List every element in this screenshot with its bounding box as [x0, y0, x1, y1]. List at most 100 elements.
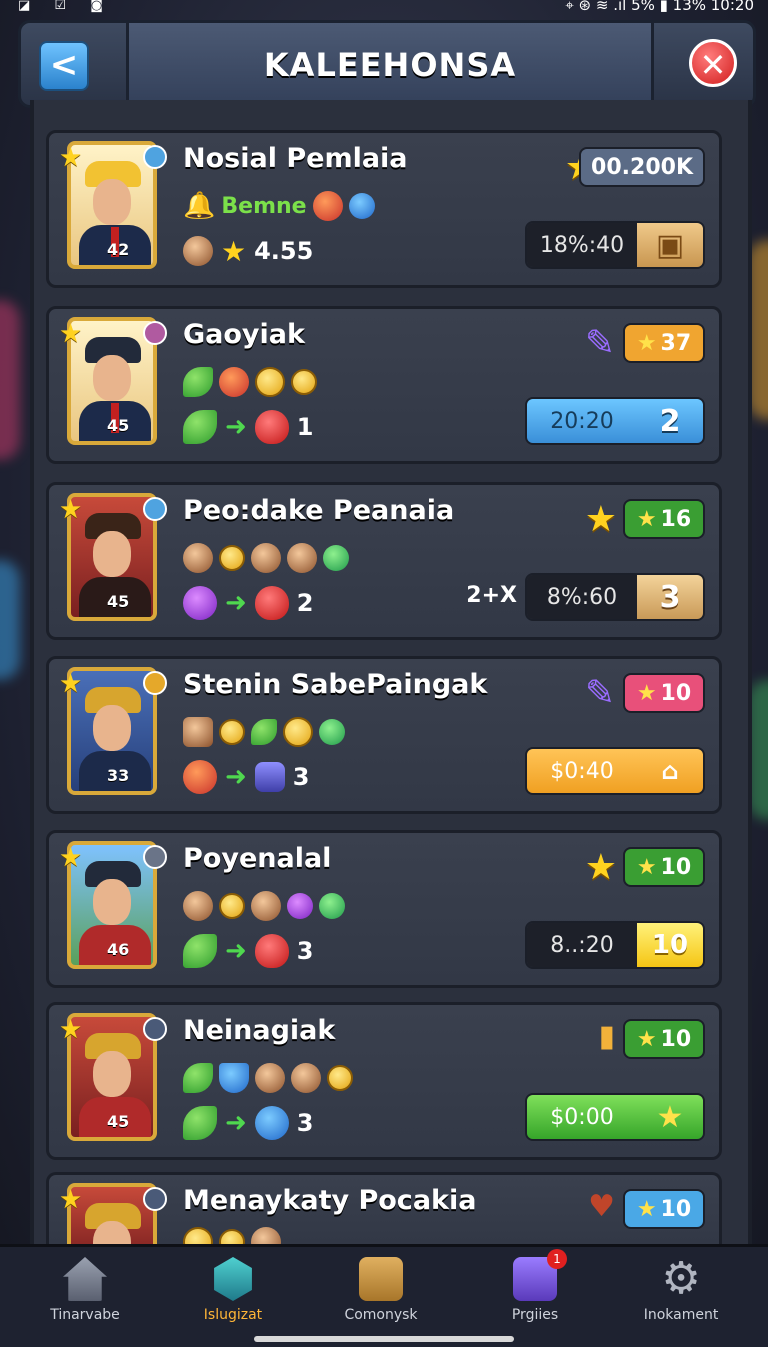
coin-icon	[219, 1229, 245, 1244]
box-icon: ▣	[637, 223, 703, 267]
timer-text: 18%:40	[527, 223, 637, 267]
page-title: KALEEHONSA	[263, 46, 517, 84]
subtitle: Bemne	[221, 193, 307, 219]
star-icon: ★	[221, 234, 247, 268]
value-tag: ★ 37	[623, 323, 705, 363]
star-icon: ★	[636, 1026, 657, 1052]
face	[93, 705, 131, 751]
avatar-icon	[251, 543, 281, 573]
status-right: ⌖ ⊛ ≋ .ıl 5% ▮ 13% 10:20	[565, 0, 754, 14]
character-card[interactable]: 46 ★ Poyenalal ➜ 3 ★ ★ 10 8..:20 10	[46, 830, 722, 988]
face	[93, 879, 131, 925]
timer-badge: 2	[637, 399, 703, 443]
resource-row	[183, 365, 317, 399]
ticket-icon: ✎	[584, 323, 615, 364]
character-card[interactable]: 42 ★ Nosial Pemlaia 🔔 Bemne ★ 4.55 ★ 00.…	[46, 130, 722, 288]
nav-item-settings[interactable]: ⚙ Inokament	[616, 1253, 746, 1324]
face	[93, 179, 131, 225]
coin-icon	[291, 369, 317, 395]
gift-icon: 1	[513, 1249, 567, 1301]
multiplier-label: 2+X	[466, 583, 517, 608]
nav-label: Comonysk	[344, 1307, 418, 1323]
avatar-icon	[291, 1063, 321, 1093]
star-icon: ★	[636, 680, 657, 706]
avatar-icon	[287, 543, 317, 573]
bell-icon: 🔔	[183, 191, 216, 221]
rank-badge-icon	[143, 1017, 167, 1041]
rank-badge-icon	[143, 145, 167, 169]
gem-icon	[254, 410, 289, 444]
timer-button[interactable]: 8..:20 10	[525, 921, 705, 969]
nav-item-box[interactable]: Comonysk	[316, 1257, 446, 1323]
title-plate: KALEEHONSA	[126, 23, 654, 105]
value-tag-text: 10	[660, 680, 692, 706]
face	[93, 531, 131, 577]
arrow-right-icon: ➜	[225, 588, 247, 618]
swirl-icon	[254, 1106, 289, 1140]
resource-row	[183, 1225, 281, 1244]
rating-value: 4.55	[254, 237, 314, 265]
coin-icon	[219, 893, 245, 919]
rank-badge-icon	[143, 845, 167, 869]
timer-button[interactable]: $0:40 ⌂	[525, 747, 705, 795]
coin-icon	[327, 1065, 353, 1091]
level-label: 42	[107, 240, 130, 259]
trade-row: ➜ 2	[183, 583, 314, 623]
nav-item-home[interactable]: Tinarvabe	[20, 1257, 150, 1323]
gem-icon	[254, 586, 289, 620]
star-icon: ★	[584, 847, 617, 888]
timer-button[interactable]: 8%:60 3	[525, 573, 705, 621]
value-tag-text: 10	[660, 854, 692, 880]
coin-icon	[183, 1227, 213, 1244]
bowl-icon	[219, 1063, 249, 1093]
timer-button[interactable]: $0:00 ★	[525, 1093, 705, 1141]
avatar-icon	[255, 1063, 285, 1093]
trade-count: 2	[296, 589, 314, 617]
gear-icon: ⚙	[661, 1253, 701, 1304]
status-bar: ◪ ☑ ◙ ⌖ ⊛ ≋ .ıl 5% ▮ 13% 10:20	[0, 0, 768, 14]
nav-item-gifts[interactable]: 1 Prgiies	[470, 1249, 600, 1323]
value-tag: ★ 10	[623, 1189, 705, 1229]
timer-button[interactable]: 18%:40 ▣	[525, 221, 705, 269]
character-card[interactable]: 45 ★ Neinagiak ➜ 3 ▮ ★ 10 $0:00 ★	[46, 1002, 722, 1160]
header-bar: < KALEEHONSA ✕	[18, 20, 756, 108]
green-coin-icon	[319, 719, 345, 745]
back-button[interactable]: <	[39, 41, 89, 91]
nav-item-active[interactable]: Islugizat	[168, 1257, 298, 1323]
star-icon: ★	[636, 1196, 657, 1222]
avatar-icon	[183, 717, 213, 747]
face	[93, 1051, 131, 1097]
timer-button[interactable]: 20:20 2	[525, 397, 705, 445]
gem-icon	[312, 191, 343, 221]
star-icon: ★	[59, 143, 83, 173]
green-coin-icon	[323, 545, 349, 571]
close-button[interactable]: ✕	[689, 39, 737, 87]
character-card[interactable]: 33 ★ Stenin SabePaingak ➜ 3 ✎ ★ 10 $0:40…	[46, 656, 722, 814]
avatar-icon	[183, 891, 213, 921]
pot-icon: ♥	[588, 1189, 615, 1224]
value-tag-text: 16	[660, 506, 692, 532]
value-tag: ★ 10	[623, 1019, 705, 1059]
background-decor-left	[0, 300, 20, 460]
star-icon: ★	[59, 1185, 83, 1215]
trade-count: 3	[296, 937, 314, 965]
arrow-right-icon: ➜	[225, 762, 247, 792]
avatar-icon	[251, 891, 281, 921]
character-card[interactable]: 45 ★ Gaoyiak ➜ 1 ✎ ★ 37 20:20 2	[46, 306, 722, 464]
character-card[interactable]: ★ Menaykaty Pocakia ♥ ★ 10	[46, 1172, 722, 1244]
leaf-icon	[183, 1106, 217, 1140]
star-icon: ★	[636, 506, 657, 532]
gem-icon	[254, 934, 289, 968]
star-icon: ★	[59, 669, 83, 699]
character-name: Nosial Pemlaia	[183, 143, 408, 174]
nav-label: Islugizat	[203, 1307, 263, 1323]
leaf-icon	[183, 410, 217, 444]
level-label: 45	[107, 1112, 130, 1131]
leaf-icon	[251, 719, 277, 745]
value-tag: ★ 10	[623, 673, 705, 713]
star-icon: ★	[59, 1015, 83, 1045]
trade-count: 3	[296, 1109, 314, 1137]
character-card[interactable]: 45 ★ Peo:dake Peanaia ➜ 2 ★ ★ 16 2+X 8%:…	[46, 482, 722, 640]
level-label: 45	[107, 592, 130, 611]
avatar-icon	[183, 236, 213, 266]
